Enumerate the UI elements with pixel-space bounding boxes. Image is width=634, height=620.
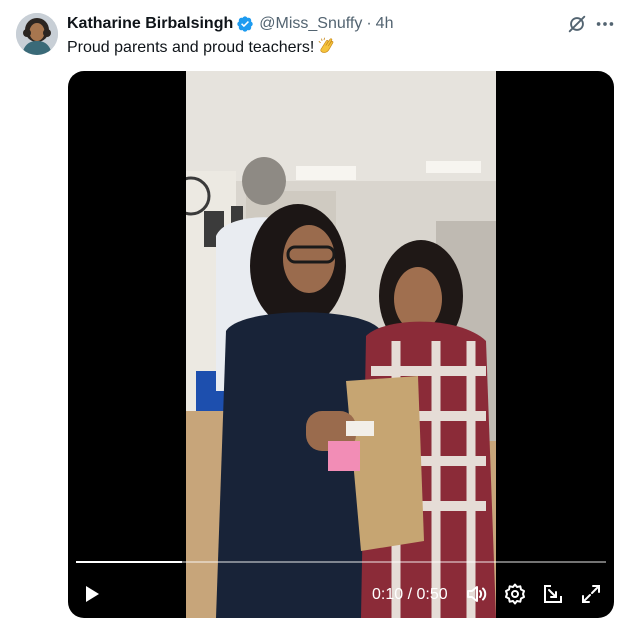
video-scrubber[interactable]: [76, 561, 606, 563]
volume-icon: [467, 586, 487, 602]
settings-icon: [505, 583, 525, 605]
author-handle[interactable]: @Miss_Snuffy: [259, 15, 362, 33]
picture-in-picture-icon: [544, 585, 562, 603]
volume-button[interactable]: [465, 582, 489, 606]
tweet: Katharine Birbalsingh @Miss_Snuffy · 4h …: [0, 0, 634, 620]
picture-in-picture-button[interactable]: [541, 582, 565, 606]
avatar-image: [16, 13, 58, 55]
play-icon: [86, 586, 99, 602]
more-icon[interactable]: [594, 13, 616, 35]
author-name[interactable]: Katharine Birbalsingh: [67, 15, 233, 33]
settings-button[interactable]: [503, 582, 527, 606]
tweet-text: Proud parents and proud teachers!: [67, 36, 337, 59]
play-button[interactable]: [79, 582, 103, 606]
separator-dot: ·: [366, 15, 372, 32]
verified-badge-icon: [237, 16, 253, 32]
avatar[interactable]: [16, 13, 58, 55]
tweet-text-content: Proud parents and proud teachers!: [67, 39, 315, 56]
grok-icon[interactable]: [566, 13, 588, 35]
video-player[interactable]: 0:10 / 0:50: [68, 71, 614, 618]
fullscreen-icon: [582, 585, 600, 603]
tweet-timestamp[interactable]: 4h: [376, 15, 394, 33]
video-frame: [186, 71, 496, 618]
video-controls: 0:10 / 0:50: [68, 576, 614, 612]
video-still: [186, 71, 496, 618]
clapping-hands-icon: [318, 37, 334, 53]
video-progress-fill: [76, 561, 182, 563]
tweet-header: Katharine Birbalsingh @Miss_Snuffy · 4h: [67, 13, 393, 35]
video-timecode: 0:10 / 0:50: [372, 586, 448, 603]
fullscreen-button[interactable]: [579, 582, 603, 606]
